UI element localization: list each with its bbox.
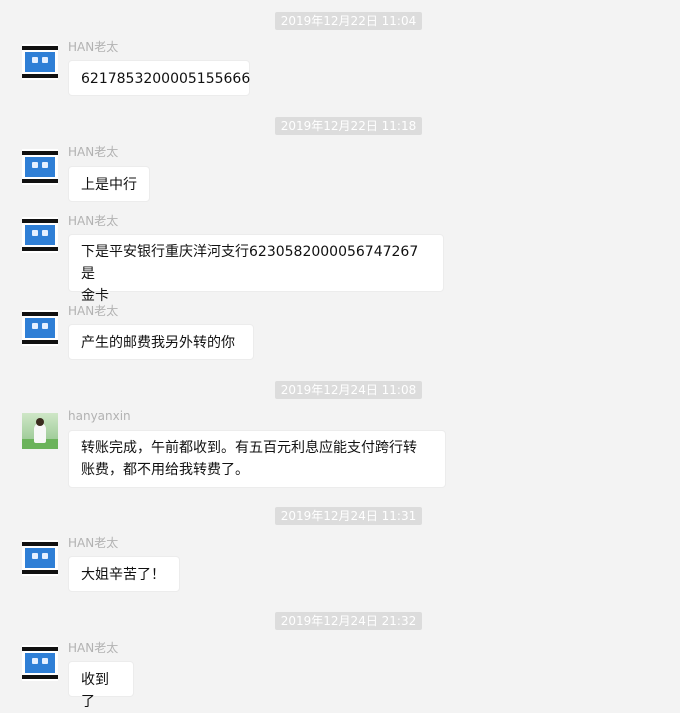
message-bubble[interactable]: 收到了 <box>68 661 134 710</box>
message-line: 金卡 <box>81 288 109 304</box>
timestamp: 2019年12月22日 11:04 <box>275 12 422 30</box>
timestamp: 2019年12月24日 11:31 <box>275 507 422 525</box>
message-bubble[interactable]: 转账完成，午前都收到。有五百元利息应能支付跨行转 账费，都不用给我转费了。 <box>68 430 446 488</box>
message-line: 下是平安银行重庆洋河支行6230582000056747267是 <box>81 244 419 282</box>
message-line: 转账完成，午前都收到。有五百元利息应能支付跨行转 <box>81 440 417 456</box>
sender-name: HAN老太 <box>68 641 119 655</box>
message-bubble[interactable]: 6217853200005155666 <box>68 60 250 96</box>
han-avatar[interactable] <box>22 44 58 80</box>
timestamp: 2019年12月24日 11:08 <box>275 381 422 399</box>
sender-name: HAN老太 <box>68 536 119 550</box>
message-line: 账费，都不用给我转费了。 <box>81 462 249 478</box>
han-avatar[interactable] <box>22 149 58 185</box>
sender-name: HAN老太 <box>68 304 119 318</box>
message-bubble[interactable]: 大姐辛苦了！ <box>68 556 180 592</box>
sender-name: HAN老太 <box>68 214 119 228</box>
han-avatar[interactable] <box>22 645 58 681</box>
message-bubble[interactable]: 上是中行 <box>68 166 150 202</box>
han-avatar[interactable] <box>22 540 58 576</box>
hanyanxin-avatar[interactable] <box>22 413 58 449</box>
chat-history: 2019年12月22日 11:04 HAN老太 6217853200005155… <box>0 0 680 710</box>
message-bubble[interactable]: 下是平安银行重庆洋河支行6230582000056747267是 金卡 <box>68 234 444 304</box>
message-bubble[interactable]: 产生的邮费我另外转的你 <box>68 324 254 360</box>
sender-name: HAN老太 <box>68 40 119 54</box>
sender-name: HAN老太 <box>68 145 119 159</box>
han-avatar[interactable] <box>22 217 58 253</box>
timestamp: 2019年12月24日 21:32 <box>275 612 422 630</box>
han-avatar[interactable] <box>22 310 58 346</box>
timestamp: 2019年12月22日 11:18 <box>275 117 422 135</box>
sender-name: hanyanxin <box>68 409 131 423</box>
